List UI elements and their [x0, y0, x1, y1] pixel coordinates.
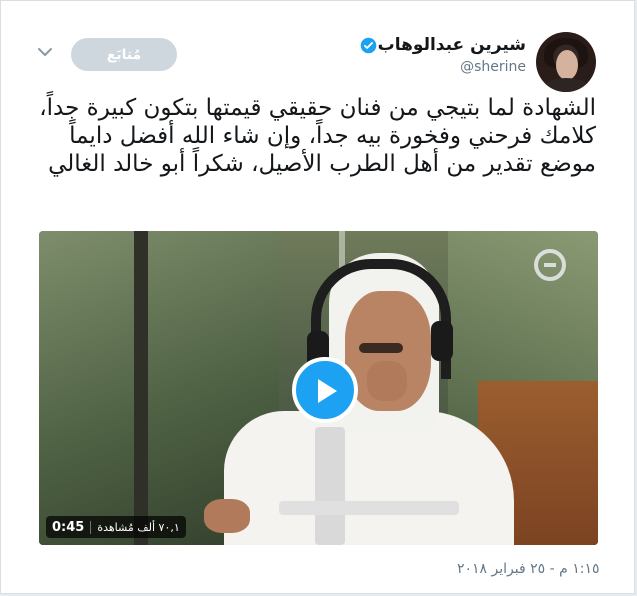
display-name[interactable]: شيرين عبدالوهاب	[378, 35, 526, 55]
avatar-face	[556, 50, 578, 80]
video-player[interactable]: 0:45 ٧٠,١ ألف مُشاهدة	[39, 231, 598, 545]
avatar-shoulder	[542, 78, 590, 92]
video-views: ٧٠,١ ألف مُشاهدة	[90, 520, 185, 534]
video-background-pole	[134, 231, 148, 545]
follow-button[interactable]: مُتابَع	[71, 38, 177, 71]
tweet-card: شيرين عبدالوهاب @sherine مُتابَع الشهادة…	[0, 0, 635, 594]
headphone-right	[431, 321, 453, 361]
video-duration: 0:45	[52, 519, 85, 535]
channel-logo-icon	[534, 249, 566, 281]
person-hand-lower	[204, 499, 250, 533]
play-icon	[318, 379, 337, 403]
microphone	[315, 427, 345, 545]
microphone-stand	[279, 501, 459, 515]
user-handle[interactable]: @sherine	[460, 59, 526, 75]
verified-badge-icon	[360, 37, 377, 54]
tweet-text: الشهادة لما بتيجي من فنان حقيقي قيمتها ب…	[39, 95, 596, 177]
tweet-timestamp[interactable]: ١:١٥ م - ٢٥ فبراير ٢٠١٨	[457, 561, 600, 577]
play-button[interactable]	[292, 357, 358, 423]
video-info-badge: 0:45 ٧٠,١ ألف مُشاهدة	[46, 516, 186, 538]
avatar[interactable]	[536, 32, 596, 92]
chevron-down-icon[interactable]	[37, 46, 53, 58]
